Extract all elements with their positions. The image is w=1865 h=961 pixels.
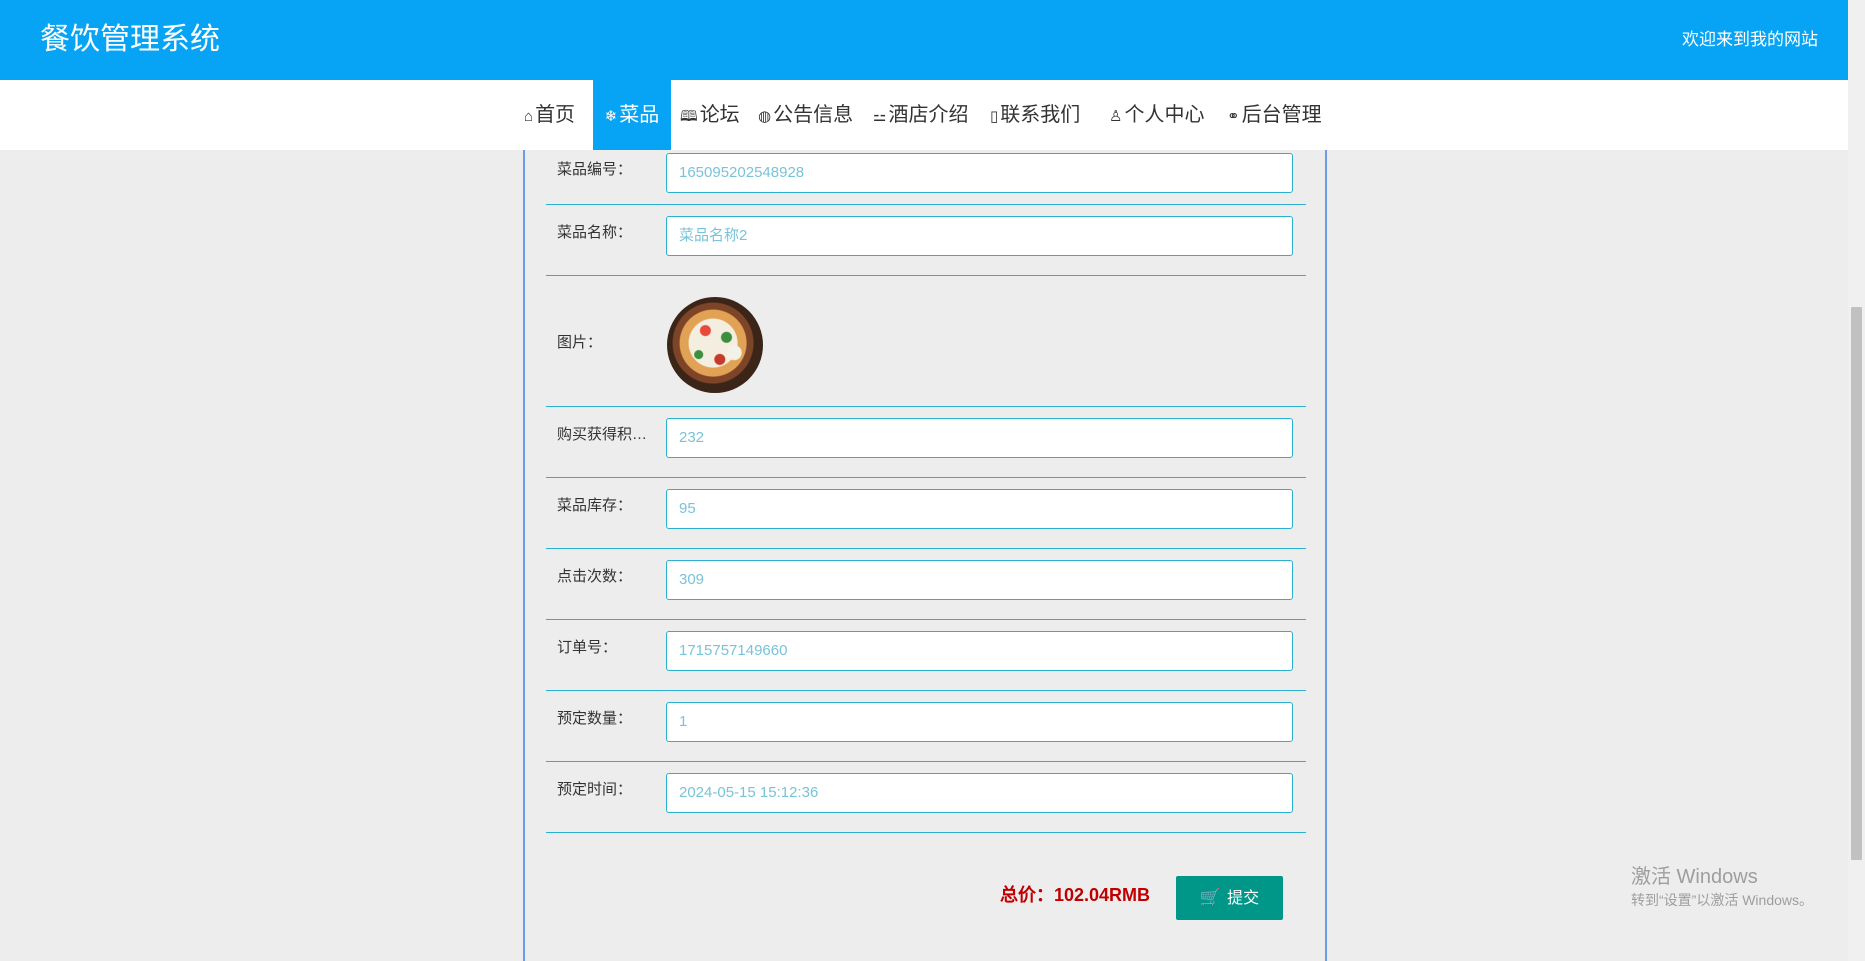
watermark-title: 激活 Windows (1631, 866, 1758, 888)
watermark-subtitle: 转到“设置”以激活 Windows。 (1631, 892, 1814, 908)
dish-name-field[interactable]: 菜品名称2 (666, 216, 1293, 256)
row-quantity: 预定数量： 1 (546, 690, 1306, 762)
row-image: 图片： (546, 275, 1306, 407)
sliders-icon: ⚍ (873, 108, 887, 125)
row-dish-code: 菜品编号： 165095202548928 (546, 150, 1306, 205)
welcome-text: 欢迎来到我的网站 (1682, 30, 1818, 49)
clicks-field[interactable]: 309 (666, 560, 1293, 600)
row-booking-time: 预定时间： 2024-05-15 15:12:36 (546, 761, 1306, 833)
windows-activation-watermark: 激活 Windows 转到“设置”以激活 Windows。 (1631, 864, 1813, 910)
nav-dishes-label: 菜品 (619, 104, 660, 126)
nav-home[interactable]: ⌂ 首页 (524, 80, 575, 150)
snowflake-icon: ❄ (604, 108, 618, 125)
image-label: 图片： (557, 334, 603, 351)
total-price: 总价：102.04RMB (1000, 885, 1151, 905)
user-icon: ♙ (1109, 108, 1123, 125)
submit-button-label: 提交 (1227, 890, 1260, 907)
nav-admin[interactable]: ⚭ 后台管理 (1227, 80, 1322, 150)
nav-hotel-intro[interactable]: ⚍ 酒店介绍 (873, 80, 968, 150)
globe-icon: ◍ (758, 108, 772, 125)
nav-contact-label: 联系我们 (1000, 104, 1081, 126)
row-points: 购买获得积分： 232 (546, 406, 1306, 478)
quantity-label: 预定数量： (557, 710, 633, 727)
scrollbar-thumb[interactable] (1851, 307, 1862, 860)
quantity-field[interactable]: 1 (666, 702, 1293, 742)
phone-icon: ▯ (990, 108, 999, 125)
submit-button[interactable]: 🛒 提交 (1176, 876, 1283, 920)
nav-admin-label: 后台管理 (1241, 104, 1322, 126)
dish-code-label: 菜品编号： (557, 161, 633, 178)
row-clicks: 点击次数： 309 (546, 548, 1306, 620)
site-title: 餐饮管理系统 (40, 23, 220, 56)
row-order-no: 订单号： 1715757149660 (546, 619, 1306, 691)
dish-name-label: 菜品名称： (557, 224, 633, 241)
order-no-field[interactable]: 1715757149660 (666, 631, 1293, 671)
booking-time-field[interactable]: 2024-05-15 15:12:36 (666, 773, 1293, 813)
nav-dishes[interactable]: ❄ 菜品 (593, 80, 671, 150)
nav-announcements-label: 公告信息 (773, 104, 854, 126)
nav-announcements[interactable]: ◍ 公告信息 (758, 80, 853, 150)
book-icon: 🕮 (680, 108, 698, 125)
vertical-scrollbar[interactable] (1848, 0, 1865, 961)
stock-field[interactable]: 95 (666, 489, 1293, 529)
nav-hotel-intro-label: 酒店介绍 (888, 104, 969, 126)
cart-icon: 🛒 (1199, 888, 1222, 907)
top-header: 餐饮管理系统 欢迎来到我的网站 (0, 0, 1848, 80)
main-nav: ⌂ 首页 ❄ 菜品 🕮 论坛 ◍ 公告信息 ⚍ 酒店介绍 ▯ 联系我们 ♙ 个人中心 ⚭ 后台管… (0, 80, 1848, 150)
dish-code-field[interactable]: 165095202548928 (666, 153, 1293, 193)
row-dish-name: 菜品名称： 菜品名称2 (546, 204, 1306, 276)
points-field[interactable]: 232 (666, 418, 1293, 458)
clicks-label: 点击次数： (557, 568, 633, 585)
home-icon: ⌂ (524, 108, 534, 125)
nav-home-label: 首页 (535, 104, 576, 126)
order-no-label: 订单号： (557, 639, 618, 656)
booking-time-label: 预定时间： (557, 781, 633, 798)
pizza-image (667, 297, 763, 393)
nav-profile[interactable]: ♙ 个人中心 (1109, 80, 1204, 150)
row-stock: 菜品库存： 95 (546, 477, 1306, 549)
nav-forum-label: 论坛 (699, 104, 740, 126)
nav-profile-label: 个人中心 (1124, 104, 1205, 126)
order-form-panel: 菜品编号： 165095202548928 菜品名称： 菜品名称2 图片： 购买… (523, 150, 1327, 961)
nav-forum[interactable]: 🕮 论坛 (680, 80, 740, 150)
stock-label: 菜品库存： (557, 497, 633, 514)
nav-contact[interactable]: ▯ 联系我们 (990, 80, 1080, 150)
points-label: 购买获得积分： (557, 426, 652, 443)
link-icon: ⚭ (1227, 108, 1240, 125)
